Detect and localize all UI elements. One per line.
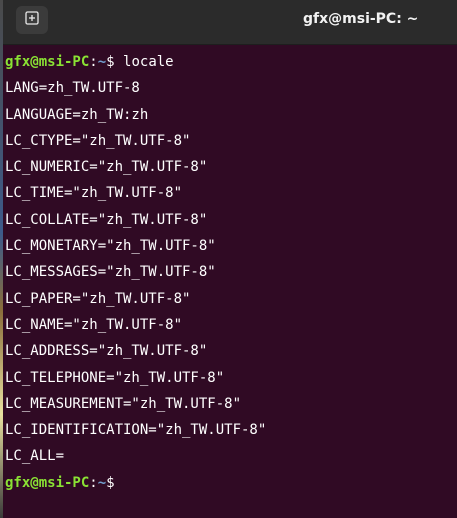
output-line: LC_ADDRESS="zh_TW.UTF-8"	[5, 343, 208, 360]
text-cursor	[123, 475, 132, 491]
output-line: LC_COLLATE="zh_TW.UTF-8"	[5, 211, 208, 228]
output-line: LC_MESSAGES="zh_TW.UTF-8"	[5, 264, 216, 281]
output-line: LANGUAGE=zh_TW:zh	[5, 106, 149, 123]
output-line: LC_NAME="zh_TW.UTF-8"	[5, 316, 183, 333]
terminal-output-area[interactable]: gfx@msi-PC:~$ locale LANG=zh_TW.UTF-8 LA…	[3, 45, 457, 518]
terminal-window: gfx@msi-PC: ~ gfx@msi-PC:~$ locale LANG=…	[0, 0, 457, 518]
output-line: LANG=zh_TW.UTF-8	[5, 80, 140, 97]
output-line: LC_TIME="zh_TW.UTF-8"	[5, 185, 183, 202]
prompt-colon: :	[89, 54, 98, 70]
new-tab-button[interactable]	[16, 6, 48, 34]
new-tab-plus-icon	[24, 10, 40, 31]
prompt-user-host: gfx@msi-PC	[5, 474, 90, 491]
prompt-symbol: $	[106, 474, 124, 491]
output-line: LC_PAPER="zh_TW.UTF-8"	[5, 290, 191, 307]
output-line: LC_MEASUREMENT="zh_TW.UTF-8"	[5, 395, 242, 412]
output-line: LC_ALL=	[5, 448, 65, 465]
output-line: LC_IDENTIFICATION="zh_TW.UTF-8"	[5, 422, 267, 439]
output-line: LC_TELEPHONE="zh_TW.UTF-8"	[5, 369, 225, 386]
prompt-symbol: $	[106, 54, 124, 70]
window-title: gfx@msi-PC: ~	[303, 11, 419, 27]
output-line: LC_NUMERIC="zh_TW.UTF-8"	[5, 159, 208, 176]
current-prompt-line[interactable]: gfx@msi-PC:~$	[5, 470, 457, 496]
prompt-colon: :	[89, 474, 98, 491]
entered-command: locale	[123, 54, 174, 70]
prompt-path: ~	[97, 54, 107, 70]
command-prompt-line: gfx@msi-PC:~$ locale	[5, 49, 457, 75]
output-line: LC_MONETARY="zh_TW.UTF-8"	[5, 238, 216, 255]
prompt-path: ~	[97, 474, 107, 491]
prompt-user-host: gfx@msi-PC	[5, 54, 90, 70]
title-bar[interactable]: gfx@msi-PC: ~	[3, 0, 457, 45]
output-line: LC_CTYPE="zh_TW.UTF-8"	[5, 132, 191, 149]
